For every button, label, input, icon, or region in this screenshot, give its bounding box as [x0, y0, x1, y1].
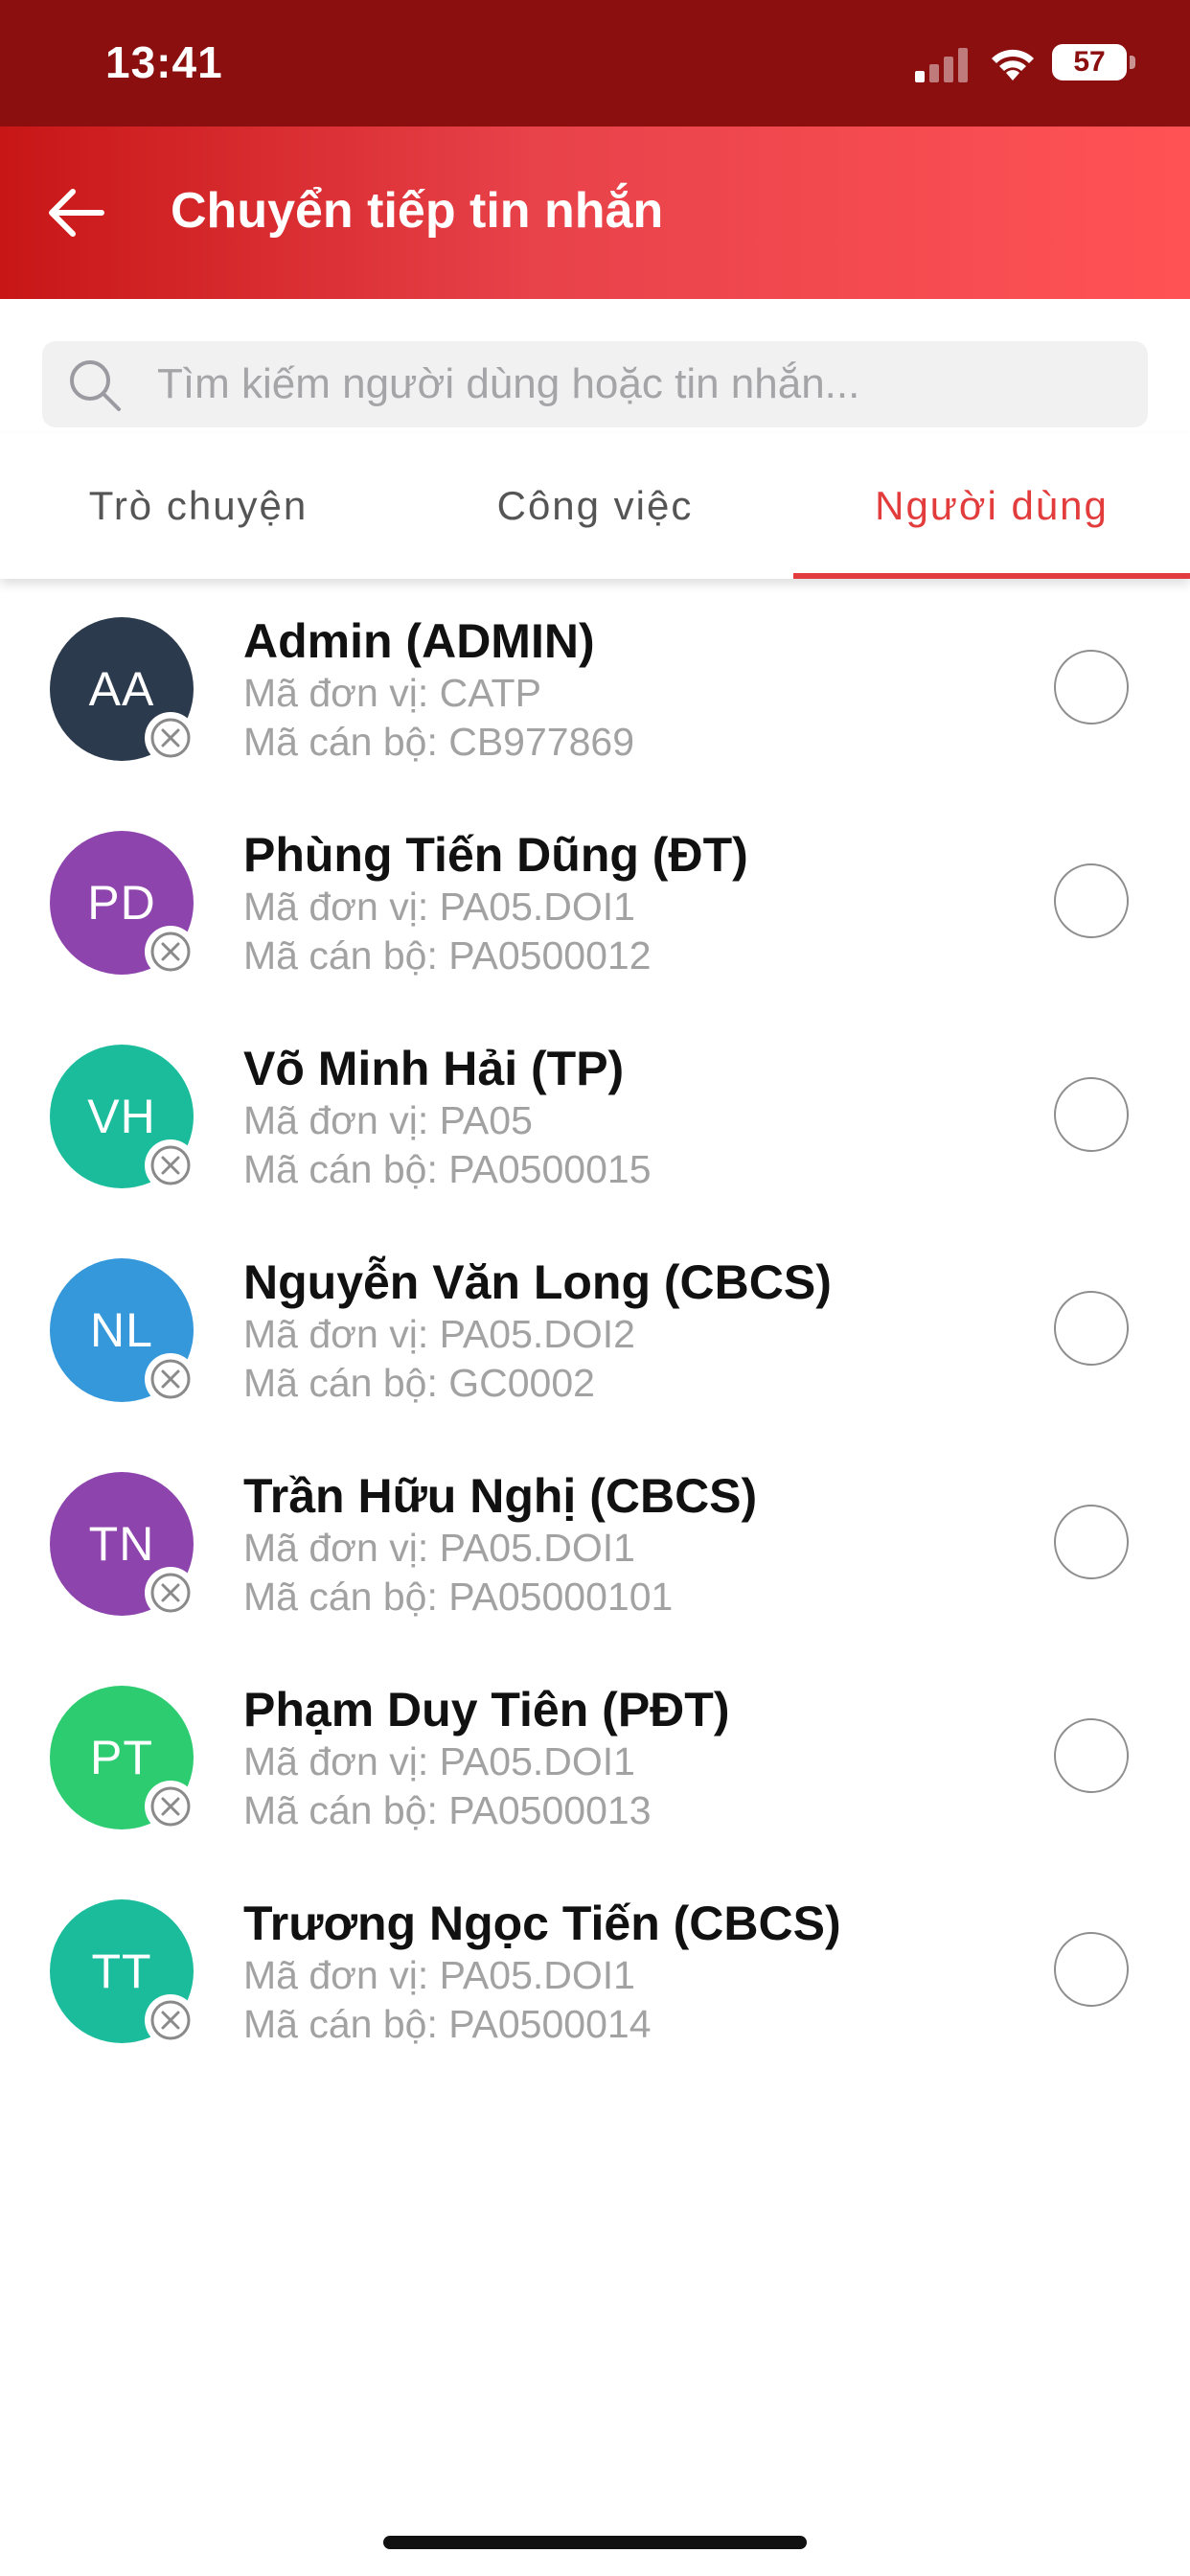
- status-bar: 13:41 57: [0, 0, 1190, 126]
- close-circle-icon: [145, 1139, 196, 1191]
- user-name: Admin (ADMIN): [243, 614, 595, 668]
- app-header: Chuyển tiếp tin nhắn: [0, 126, 1190, 299]
- user-staff-code: Mã cán bộ: PA0500012: [243, 933, 652, 978]
- user-staff-code: Mã cán bộ: PA0500015: [243, 1147, 652, 1191]
- search-area: [0, 299, 1190, 433]
- user-unit-code: Mã đơn vị: PA05: [243, 1098, 533, 1142]
- status-time: 13:41: [105, 37, 223, 87]
- user-row[interactable]: TN Trần Hữu Nghị (CBCS) Mã đơn vị: PA05.…: [0, 1434, 1190, 1647]
- user-row[interactable]: AA Admin (ADMIN) Mã đơn vị: CATP Mã cán …: [0, 579, 1190, 793]
- tab-tasks[interactable]: Công việc: [397, 433, 793, 579]
- wifi-icon: [992, 49, 1034, 80]
- user-staff-code: Mã cán bộ: GC0002: [243, 1361, 595, 1405]
- back-button[interactable]: [38, 174, 115, 251]
- user-unit-code: Mã đơn vị: PA05.DOI1: [243, 1526, 635, 1570]
- avatar-initials: NL: [90, 1303, 153, 1357]
- user-row[interactable]: TT Trương Ngọc Tiến (CBCS) Mã đơn vị: PA…: [0, 1861, 1190, 2075]
- user-unit-code: Mã đơn vị: PA05.DOI1: [243, 1739, 635, 1783]
- avatar-initials: TN: [88, 1517, 155, 1571]
- page-title: Chuyển tiếp tin nhắn: [171, 183, 664, 239]
- home-indicator: [383, 2536, 807, 2549]
- search-icon: [70, 360, 121, 411]
- user-name: Trần Hữu Nghị (CBCS): [243, 1469, 758, 1523]
- user-staff-code: Mã cán bộ: PA0500013: [243, 1788, 652, 1832]
- battery-icon: 57: [1052, 44, 1135, 80]
- user-name: Nguyễn Văn Long (CBCS): [243, 1255, 832, 1309]
- search-box[interactable]: [42, 341, 1148, 427]
- cellular-signal-icon: [915, 48, 968, 82]
- user-staff-code: Mã cán bộ: CB977869: [243, 720, 634, 764]
- close-circle-icon: [145, 1781, 196, 1832]
- select-radio[interactable]: [1054, 650, 1129, 724]
- select-radio[interactable]: [1054, 1932, 1129, 2007]
- select-radio[interactable]: [1054, 863, 1129, 938]
- battery-level: 57: [1073, 46, 1106, 78]
- user-name: Trương Ngọc Tiến (CBCS): [243, 1897, 841, 1950]
- user-unit-code: Mã đơn vị: PA05.DOI1: [243, 1953, 635, 1997]
- user-staff-code: Mã cán bộ: PA0500014: [243, 2002, 652, 2046]
- tab-users[interactable]: Người dùng: [793, 433, 1190, 579]
- select-radio[interactable]: [1054, 1718, 1129, 1793]
- user-row[interactable]: PD Phùng Tiến Dũng (ĐT) Mã đơn vị: PA05.…: [0, 793, 1190, 1006]
- avatar-initials: TT: [91, 1944, 152, 1998]
- user-list: AA Admin (ADMIN) Mã đơn vị: CATP Mã cán …: [0, 579, 1190, 2075]
- avatar-initials: VH: [87, 1090, 156, 1143]
- close-circle-icon: [145, 1353, 196, 1405]
- tab-bar: Trò chuyện Công việc Người dùng: [0, 433, 1190, 579]
- user-name: Võ Minh Hải (TP): [243, 1042, 625, 1095]
- select-radio[interactable]: [1054, 1505, 1129, 1579]
- user-unit-code: Mã đơn vị: PA05.DOI1: [243, 885, 635, 929]
- close-circle-icon: [145, 926, 196, 978]
- select-radio[interactable]: [1054, 1291, 1129, 1366]
- user-unit-code: Mã đơn vị: CATP: [243, 671, 541, 715]
- tab-conversations[interactable]: Trò chuyện: [0, 433, 397, 579]
- user-name: Phạm Duy Tiên (PĐT): [243, 1683, 730, 1736]
- user-row[interactable]: PT Phạm Duy Tiên (PĐT) Mã đơn vị: PA05.D…: [0, 1647, 1190, 1861]
- user-row[interactable]: NL Nguyễn Văn Long (CBCS) Mã đơn vị: PA0…: [0, 1220, 1190, 1434]
- close-circle-icon: [145, 712, 196, 764]
- user-staff-code: Mã cán bộ: PA05000101: [243, 1575, 674, 1619]
- select-radio[interactable]: [1054, 1077, 1129, 1152]
- avatar-initials: PD: [87, 876, 156, 930]
- search-input[interactable]: [157, 341, 1125, 427]
- arrow-left-icon: [49, 189, 104, 237]
- user-row[interactable]: VH Võ Minh Hải (TP) Mã đơn vị: PA05 Mã c…: [0, 1006, 1190, 1220]
- user-name: Phùng Tiến Dũng (ĐT): [243, 828, 748, 882]
- user-unit-code: Mã đơn vị: PA05.DOI2: [243, 1312, 635, 1356]
- close-circle-icon: [145, 1567, 196, 1619]
- avatar-initials: AA: [88, 662, 155, 716]
- avatar-initials: PT: [90, 1731, 153, 1784]
- close-circle-icon: [145, 1994, 196, 2046]
